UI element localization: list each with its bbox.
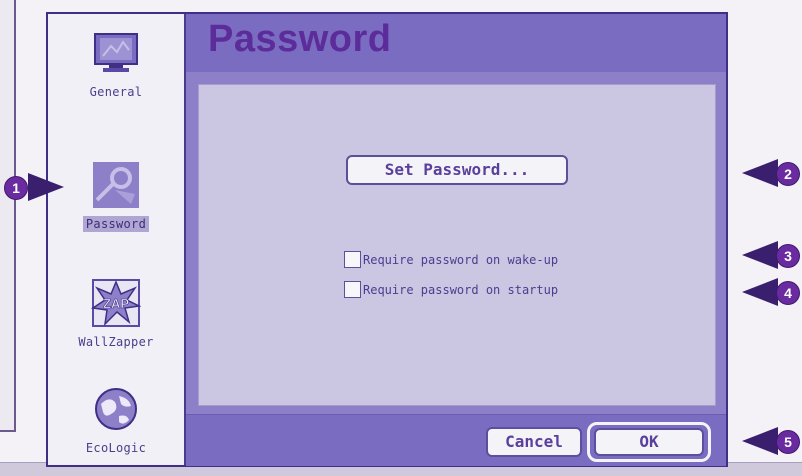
sidebar-item-password[interactable]: Password xyxy=(48,152,184,246)
sidebar-item-general[interactable]: General xyxy=(48,20,184,114)
ok-button[interactable]: OK xyxy=(594,428,704,456)
callout-5-arrow xyxy=(742,427,778,455)
set-password-button[interactable]: Set Password... xyxy=(346,155,568,185)
wake-up-checkbox[interactable] xyxy=(344,251,361,268)
page-left-rule xyxy=(0,0,16,432)
zap-icon: ZAP xyxy=(91,279,141,327)
sidebar-item-ecologic[interactable]: EcoLogic xyxy=(48,376,184,470)
wake-up-label: Require password on wake-up xyxy=(363,252,559,267)
globe-icon xyxy=(95,388,137,430)
dialog-footer: Cancel OK xyxy=(186,414,726,466)
callout-2: 2 xyxy=(776,162,800,186)
callout-5: 5 xyxy=(776,430,800,454)
callout-4: 4 xyxy=(776,281,800,305)
callout-1: 1 xyxy=(4,176,28,200)
sidebar-item-label: Password xyxy=(82,216,150,232)
control-panel-window: General Password ZAP WallZapper EcoLogic… xyxy=(46,12,728,467)
cancel-button[interactable]: Cancel xyxy=(486,427,582,457)
callout-3: 3 xyxy=(776,244,800,268)
startup-checkbox[interactable] xyxy=(344,281,361,298)
page-left-tick xyxy=(0,430,16,432)
sidebar-item-label: WallZapper xyxy=(78,335,154,349)
sidebar-item-wallzapper[interactable]: ZAP WallZapper xyxy=(48,270,184,364)
callout-3-arrow xyxy=(742,241,778,269)
monitor-icon xyxy=(94,33,138,72)
title-bar: Password xyxy=(186,14,726,72)
callout-4-arrow xyxy=(742,278,778,306)
svg-text:ZAP: ZAP xyxy=(103,296,129,311)
wake-up-option[interactable]: Require password on wake-up xyxy=(344,251,558,268)
startup-label: Require password on startup xyxy=(363,282,559,297)
callout-1-arrow xyxy=(28,173,64,201)
startup-option[interactable]: Require password on startup xyxy=(344,281,558,298)
sidebar-item-label: General xyxy=(89,85,143,99)
callout-2-arrow xyxy=(742,159,778,187)
sidebar-item-label: EcoLogic xyxy=(85,441,147,455)
page-title: Password xyxy=(208,18,392,60)
password-key-icon xyxy=(93,162,139,208)
sidebar: General Password ZAP WallZapper EcoLogic xyxy=(48,14,186,465)
password-settings-panel: Set Password... Require password on wake… xyxy=(198,84,716,406)
